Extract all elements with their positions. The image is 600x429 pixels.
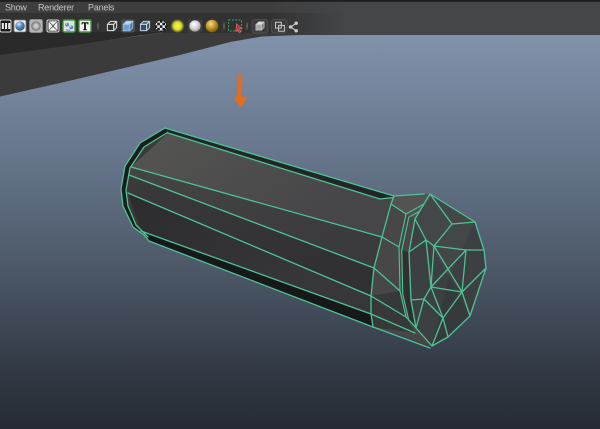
svg-text:Renderer: Renderer (38, 3, 74, 13)
svg-text:Show: Show (5, 3, 27, 13)
svg-text:Panels: Panels (88, 3, 115, 13)
